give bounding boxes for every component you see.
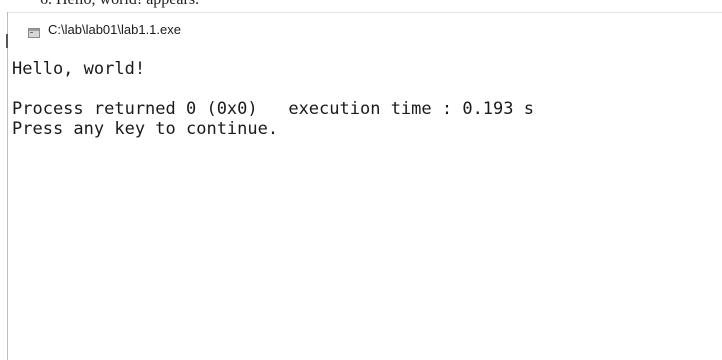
window-title: C:\lab\lab01\lab1.1.exe: [48, 22, 181, 37]
console-line: Process returned 0 (0x0) execution time …: [12, 99, 534, 119]
console-line: Press any key to continue.: [12, 119, 279, 139]
console-line: Hello, world!: [12, 59, 146, 79]
title-bar[interactable]: C:\lab\lab01\lab1.1.exe: [8, 13, 722, 49]
document-text-fragment: 6. Hello, world! appears.: [40, 0, 199, 9]
console-window: C:\lab\lab01\lab1.1.exe Hello, world! Pr…: [8, 12, 722, 360]
screenshot-page: 6. Hello, world! appears. C:\lab\lab01\l…: [0, 0, 722, 360]
console-output[interactable]: Hello, world! Process returned 0 (0x0) e…: [12, 59, 718, 139]
console-app-icon: [28, 25, 40, 38]
